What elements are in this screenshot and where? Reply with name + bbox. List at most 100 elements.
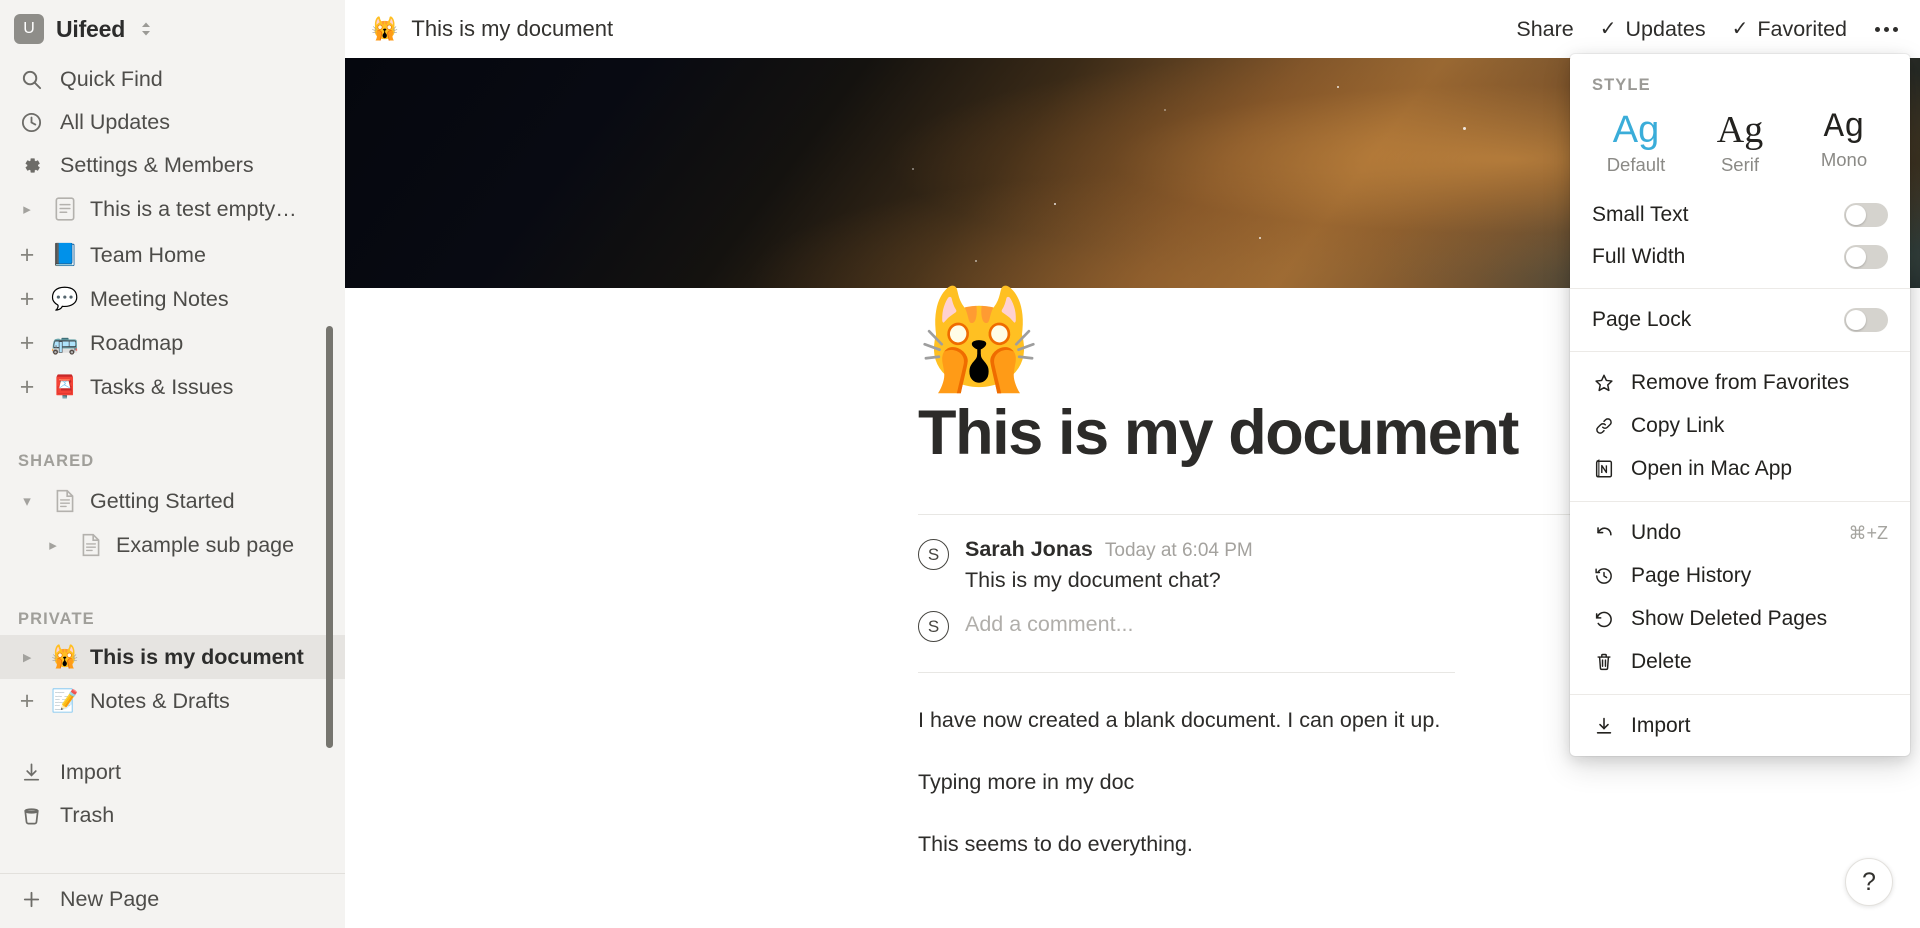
full-width-switch[interactable]	[1844, 244, 1888, 269]
menu-item-open-in-mac-app[interactable]: Open in Mac App	[1570, 448, 1910, 491]
trash-icon	[1592, 651, 1616, 673]
sidebar-item-label: This is my document	[90, 644, 304, 669]
paragraph[interactable]: Typing more in my doc	[918, 768, 1745, 797]
sidebar-item-label: Trash	[60, 803, 115, 827]
style-option-serif[interactable]: Ag Serif	[1688, 109, 1792, 176]
divider	[0, 873, 345, 874]
plus-icon[interactable]: +	[14, 242, 40, 268]
style-caption: Serif	[1720, 153, 1760, 175]
favorited-button[interactable]: ✓ Favorited	[1732, 17, 1847, 42]
plus-icon	[18, 887, 44, 913]
sidebar-item-getting-started[interactable]: ▾ Getting Started	[0, 479, 345, 523]
page-emoji: 📮	[51, 374, 79, 399]
sidebar-item-notes-drafts[interactable]: + 📝 Notes & Drafts	[0, 679, 345, 723]
sidebar-clipped-region: ▸ This is a test empty…	[0, 187, 345, 233]
style-caption: Mono	[1820, 149, 1868, 171]
sidebar-item-trash[interactable]: Trash	[0, 794, 345, 837]
add-comment-row[interactable]: S Add a comment...	[918, 609, 1455, 643]
page-lock-switch[interactable]	[1844, 307, 1888, 332]
page-emoji: 📝	[51, 688, 79, 713]
sidebar-item-test-empty[interactable]: ▸ This is a test empty…	[0, 187, 345, 231]
new-page-label: New Page	[60, 887, 160, 911]
plus-icon[interactable]: +	[14, 286, 40, 312]
sidebar-section-private: PRIVATE	[18, 610, 95, 628]
page-emoji: 💬	[51, 286, 79, 311]
page-emoji: 🙀	[51, 644, 79, 669]
sidebar-item-label: Meeting Notes	[90, 286, 229, 311]
workspace-switcher[interactable]: U Uifeed	[0, 0, 345, 58]
menu-item-import[interactable]: Import	[1570, 705, 1910, 748]
menu-item-page-history[interactable]: Page History	[1570, 555, 1910, 598]
sidebar-item-meeting-notes[interactable]: + 💬 Meeting Notes	[0, 277, 345, 321]
style-caption: Default	[1606, 153, 1666, 175]
plus-icon[interactable]: +	[14, 374, 40, 400]
menu-item-remove-from-favorites[interactable]: Remove from Favorites	[1570, 362, 1910, 405]
menu-item-undo[interactable]: Undo ⌘+Z	[1570, 512, 1910, 555]
sidebar-item-roadmap[interactable]: + 🚌 Roadmap	[0, 321, 345, 365]
add-comment-input[interactable]: Add a comment...	[965, 609, 1134, 637]
document-emoji[interactable]: 🙀	[918, 290, 1040, 388]
toggle-small-text[interactable]: Small Text	[1570, 194, 1910, 236]
style-sample: Ag	[1612, 109, 1660, 151]
sidebar-item-label: Tasks & Issues	[90, 374, 234, 399]
comment-body: This is my document chat?	[965, 568, 1221, 593]
style-option-default[interactable]: Ag Default	[1584, 109, 1688, 176]
page-icon	[50, 488, 80, 514]
style-sample: Ag	[1716, 109, 1764, 151]
sidebar-item-team-home[interactable]: + 📘 Team Home	[0, 233, 345, 277]
sidebar-item-label: Notes & Drafts	[90, 688, 230, 713]
download-icon	[1592, 715, 1616, 737]
plus-icon[interactable]: +	[14, 688, 40, 714]
download-icon	[18, 760, 44, 786]
sidebar-item-this-is-my-document[interactable]: ▸ 🙀 This is my document	[0, 635, 345, 679]
dot-icon	[1884, 26, 1889, 32]
sidebar-item-example-sub-page[interactable]: ▸ Example sub page	[0, 523, 345, 567]
menu-item-delete[interactable]: Delete	[1570, 641, 1910, 684]
menu-item-copy-link[interactable]: Copy Link	[1570, 405, 1910, 448]
small-text-switch[interactable]	[1844, 202, 1888, 227]
topbar: 🙀 This is my document Share ✓ Updates ✓ …	[345, 0, 1920, 58]
twisty-icon[interactable]: ▸	[14, 650, 40, 665]
link-icon	[1592, 415, 1616, 437]
favorited-label: Favorited	[1757, 16, 1847, 41]
check-icon: ✓	[1599, 18, 1617, 40]
notion-app-icon	[1592, 458, 1616, 480]
divider	[918, 672, 1455, 674]
history-icon	[1592, 565, 1616, 587]
plus-icon[interactable]: +	[14, 330, 40, 356]
twisty-icon[interactable]: ▸	[40, 538, 66, 553]
chevron-updown-icon	[142, 22, 151, 36]
sidebar-item-label: Roadmap	[90, 330, 184, 355]
share-button[interactable]: Share	[1516, 17, 1573, 42]
sidebar-item-label: All Updates	[60, 110, 170, 134]
twisty-icon[interactable]: ▾	[14, 494, 40, 509]
sidebar-item-label: Team Home	[90, 242, 206, 267]
style-section-label: STYLE	[1592, 76, 1651, 94]
toggle-page-lock[interactable]: Page Lock	[1570, 299, 1910, 341]
menu-item-label: Page History	[1631, 564, 1752, 588]
page-emoji: 🚌	[51, 330, 79, 355]
restore-icon	[1592, 608, 1616, 630]
updates-button[interactable]: ✓ Updates	[1600, 17, 1706, 42]
sidebar-item-label: Import	[60, 760, 121, 784]
paragraph[interactable]: This seems to do everything.	[918, 830, 1745, 859]
more-options-button[interactable]	[1873, 23, 1900, 36]
breadcrumb-title: This is my document	[411, 16, 614, 41]
menu-item-show-deleted-pages[interactable]: Show Deleted Pages	[1570, 598, 1910, 641]
breadcrumb[interactable]: 🙀 This is my document	[371, 16, 613, 42]
help-button[interactable]: ?	[1845, 858, 1893, 906]
sidebar-item-quick-find[interactable]: Quick Find	[0, 58, 345, 101]
new-page-button[interactable]: New Page	[0, 878, 345, 921]
sidebar-item-tasks-issues[interactable]: + 📮 Tasks & Issues	[0, 365, 345, 409]
main-content: 🙀 This is my document Share ✓ Updates ✓ …	[345, 0, 1920, 928]
sidebar-item-label: Settings & Members	[60, 153, 254, 177]
undo-icon	[1592, 522, 1616, 544]
sidebar-item-all-updates[interactable]: All Updates	[0, 101, 345, 144]
style-option-mono[interactable]: Ag Mono	[1792, 109, 1896, 176]
sidebar-item-settings-members[interactable]: Settings & Members	[0, 144, 345, 187]
toggle-full-width[interactable]: Full Width	[1570, 236, 1910, 278]
sidebar-item-import[interactable]: Import	[0, 751, 345, 794]
sidebar-scrollbar[interactable]	[326, 326, 333, 748]
twisty-icon[interactable]: ▸	[14, 202, 40, 217]
sidebar-item-label: Example sub page	[116, 532, 295, 557]
